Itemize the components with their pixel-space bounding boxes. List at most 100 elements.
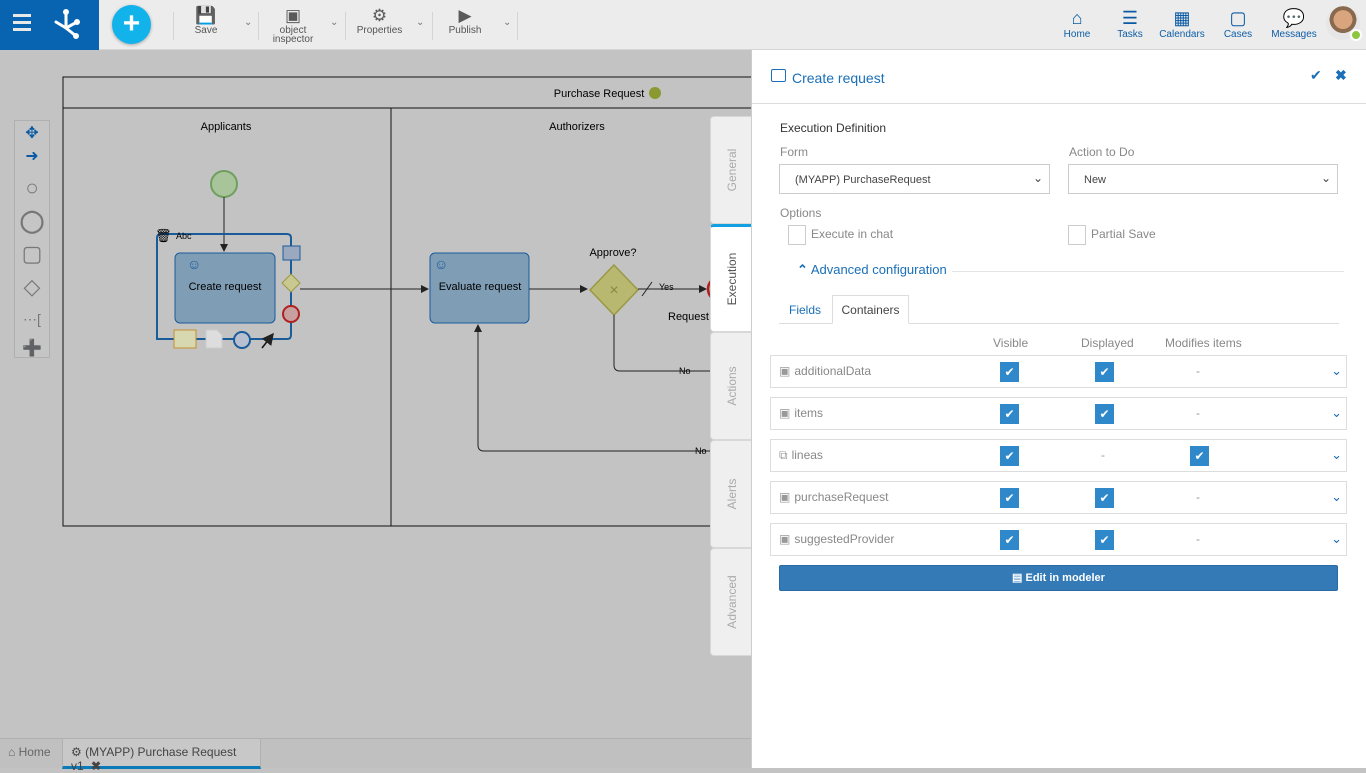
lane-applicants[interactable]: Applicants	[201, 121, 252, 133]
chevron-down-icon[interactable]: ⌄	[1331, 531, 1342, 547]
container-row[interactable]: ▣ purchaseRequest ✔ ✔ - ⌄	[770, 481, 1347, 514]
nav-home-label: Home	[1063, 29, 1091, 40]
flow-yes[interactable]: Yes	[659, 282, 674, 292]
tab-containers[interactable]: Containers	[832, 295, 909, 324]
tasks-icon: ☰	[1121, 8, 1139, 28]
displayed-checkbox[interactable]: ✔	[1095, 530, 1114, 550]
visible-checkbox[interactable]: ✔	[1000, 488, 1019, 508]
container-row[interactable]: ⧉ lineas ✔ - ✔ ⌄	[770, 439, 1347, 472]
nav-messages[interactable]: 💬 Messages	[1269, 7, 1319, 40]
nav-cases[interactable]: ▢ Cases	[1221, 7, 1255, 40]
data-object-tool[interactable]	[205, 329, 223, 349]
gear-icon: ⚙	[371, 6, 388, 25]
menu-icon[interactable]	[13, 14, 31, 34]
lane-authorizers[interactable]: Authorizers	[549, 121, 605, 133]
object-inspector-button[interactable]: ▣ object inspector	[268, 6, 318, 45]
container-name: suggestedProvider	[794, 532, 895, 546]
options-label: Options	[780, 206, 822, 220]
move-icon[interactable]: ✥	[15, 121, 49, 147]
container-row[interactable]: ▣ suggestedProvider ✔ ✔ - ⌄	[770, 523, 1347, 556]
close-icon[interactable]: ✖	[1335, 67, 1347, 84]
column-modifies-items: Modifies items	[1165, 336, 1242, 350]
chevron-down-icon: ⌄	[1320, 171, 1331, 185]
bottom-tab-home[interactable]: ⌂ Home	[0, 739, 59, 769]
annotation-tool-icon[interactable]: ⋯[	[15, 303, 49, 336]
partial-save-checkbox[interactable]	[1068, 225, 1086, 245]
end-event-tool[interactable]: ◯	[15, 204, 49, 237]
tab-actions[interactable]: Actions	[710, 332, 752, 440]
container-row[interactable]: ▣ items ✔ ✔ - ⌄	[770, 397, 1347, 430]
tab-general[interactable]: General	[710, 116, 752, 224]
tab-fields[interactable]: Fields	[789, 303, 821, 317]
start-event-tool[interactable]: ○	[15, 171, 49, 204]
container-name: items	[794, 406, 824, 420]
publish-button[interactable]: ▶ Publish	[445, 6, 485, 36]
arrow-right-circle-icon[interactable]: ➜	[15, 147, 49, 171]
form-select[interactable]: (MYAPP) PurchaseRequest ⌄	[779, 164, 1050, 194]
properties-button[interactable]: ⚙ Properties	[352, 6, 407, 36]
displayed-checkbox[interactable]: ✔	[1095, 488, 1114, 508]
append-task-tool[interactable]	[282, 245, 301, 261]
trash-icon[interactable]: 🗑	[155, 228, 172, 243]
save-dropdown-caret[interactable]: ⌄	[244, 17, 252, 28]
chevron-down-icon[interactable]: ⌄	[1331, 363, 1342, 379]
publish-dropdown-caret[interactable]: ⌄	[503, 17, 511, 28]
properties-dropdown-caret[interactable]: ⌄	[416, 17, 424, 28]
home-icon: ⌂	[1071, 8, 1083, 28]
start-event[interactable]	[210, 170, 238, 198]
bottom-tab-process[interactable]: ⚙ (MYAPP) Purchase Request v1 ✖	[62, 739, 261, 773]
container-row[interactable]: ▣ additionalData ✔ ✔ - ⌄	[770, 355, 1347, 388]
append-gateway-tool[interactable]	[281, 273, 301, 293]
flow-no-return[interactable]: No	[695, 446, 707, 456]
chevron-down-icon: ⌄	[1032, 171, 1043, 185]
nav-home[interactable]: ⌂ Home	[1060, 7, 1094, 40]
pool-status-dot	[649, 87, 661, 99]
pool-title: Purchase Request	[554, 88, 645, 100]
visible-checkbox[interactable]: ✔	[1000, 530, 1019, 550]
modifies-items-checkbox[interactable]: ✔	[1190, 446, 1209, 466]
pool[interactable]	[62, 76, 751, 527]
visible-checkbox[interactable]: ✔	[1000, 362, 1019, 382]
modifies-items-value: -	[1196, 490, 1200, 504]
nav-tasks[interactable]: ☰ Tasks	[1113, 7, 1147, 40]
chevron-down-icon[interactable]: ⌄	[1331, 405, 1342, 421]
properties-panel: Create request ✔ ✖ Execution Definition …	[751, 50, 1366, 768]
user-icon: ☺	[187, 256, 201, 272]
process-icon: ⚙	[71, 745, 82, 759]
execute-in-chat-checkbox[interactable]	[788, 225, 806, 245]
displayed-checkbox[interactable]: ✔	[1095, 362, 1114, 382]
tab-execution[interactable]: Execution	[710, 224, 752, 332]
close-tab-icon[interactable]: ✖	[91, 759, 101, 773]
inspector-dropdown-caret[interactable]: ⌄	[330, 17, 338, 28]
confirm-icon[interactable]: ✔	[1310, 67, 1322, 84]
displayed-checkbox[interactable]: ✔	[1095, 404, 1114, 424]
chevron-down-icon[interactable]: ⌄	[1331, 489, 1342, 505]
tab-alerts[interactable]: Alerts	[710, 440, 752, 548]
nav-calendars-label: Calendars	[1159, 29, 1205, 40]
annotation-tool[interactable]	[173, 329, 197, 349]
action-select[interactable]: New ⌄	[1068, 164, 1338, 194]
plus-circle-icon[interactable]: ➕	[15, 336, 49, 362]
play-icon: ▶	[458, 6, 472, 25]
connect-tool[interactable]	[261, 332, 274, 349]
chevron-down-icon[interactable]: ⌄	[1331, 447, 1342, 463]
user-icon: ☺	[434, 256, 448, 272]
advanced-configuration-toggle[interactable]: ⌃ Advanced configuration	[797, 262, 947, 278]
visible-checkbox[interactable]: ✔	[1000, 404, 1019, 424]
add-button[interactable]: +	[112, 5, 151, 44]
publish-label: Publish	[448, 25, 482, 36]
append-end-event-tool[interactable]	[282, 305, 300, 323]
modifies-items-value: -	[1196, 532, 1200, 546]
text-tool[interactable]: Abc	[176, 231, 192, 241]
flow-no[interactable]: No	[679, 366, 691, 376]
task-tool[interactable]: ▢	[15, 237, 49, 270]
edit-in-modeler-button[interactable]: ▤ Edit in modeler	[779, 565, 1338, 591]
nav-calendars[interactable]: ▦ Calendars	[1157, 7, 1207, 40]
intermediate-event-tool[interactable]	[233, 331, 251, 349]
gateway-tool[interactable]: ◇	[15, 270, 49, 303]
grid-icon: ▣	[779, 364, 791, 378]
tab-advanced[interactable]: Advanced	[710, 548, 752, 656]
task-label: Create request	[189, 281, 262, 293]
visible-checkbox[interactable]: ✔	[1000, 446, 1019, 466]
save-button[interactable]: 💾 Save	[186, 6, 226, 36]
